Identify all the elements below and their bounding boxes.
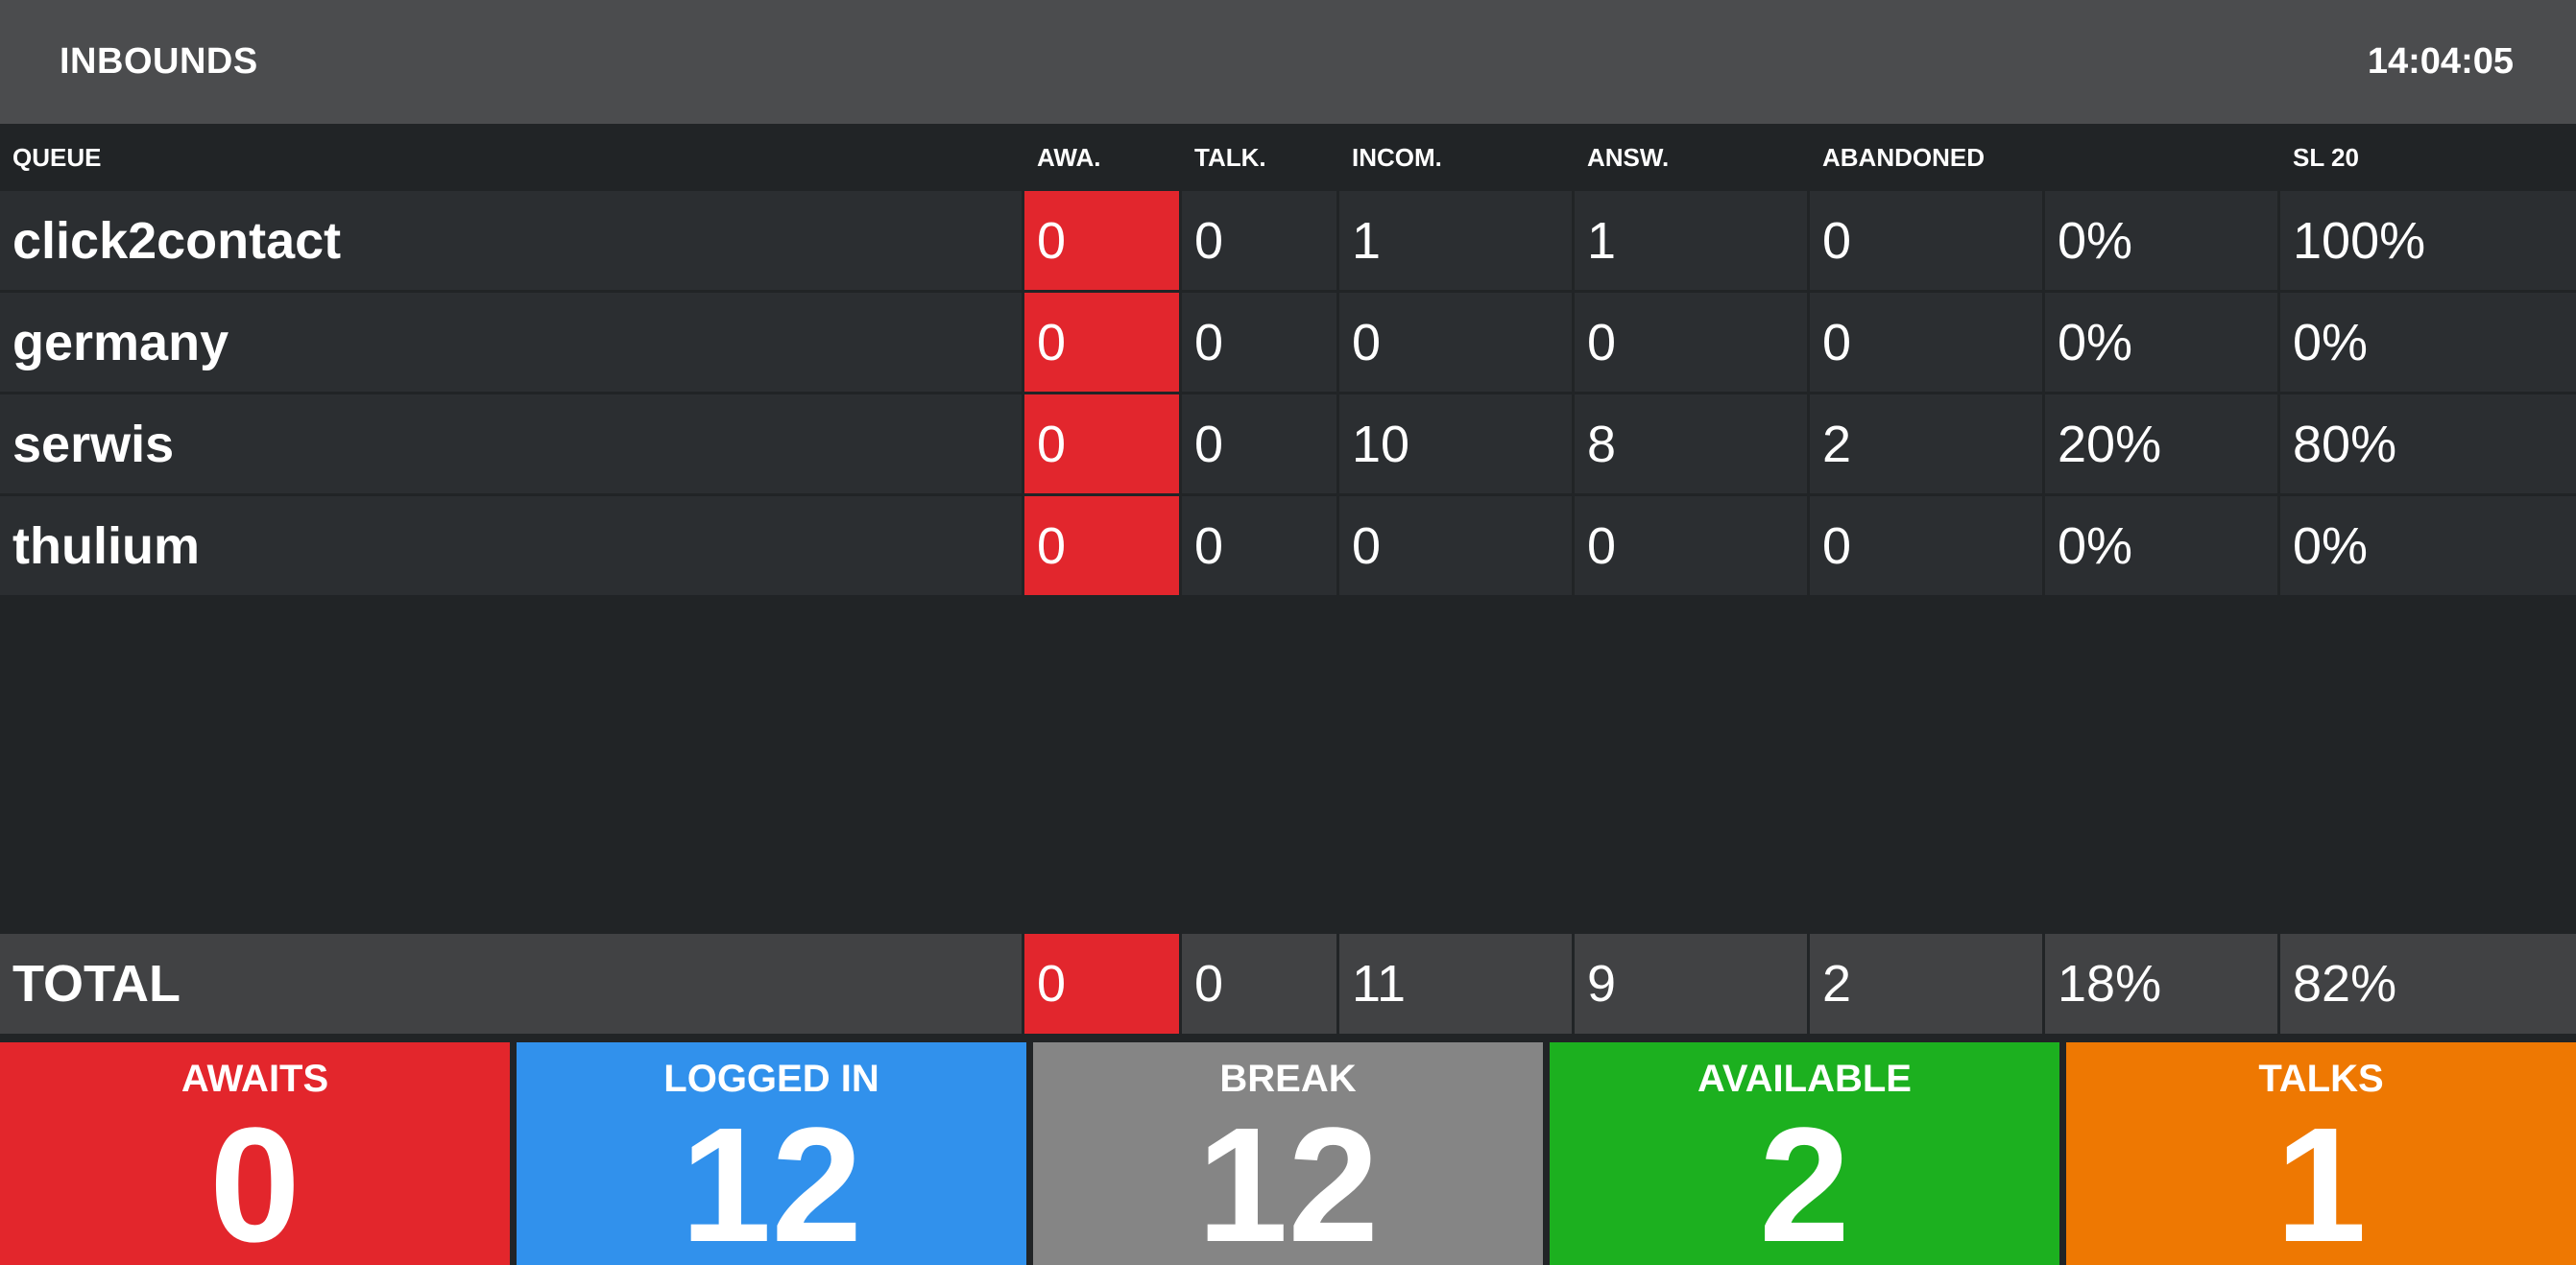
talks-value: 1	[2275, 1094, 2367, 1265]
abandoned-percent: 0%	[2045, 293, 2277, 392]
awaits-value: 0	[209, 1094, 301, 1265]
column-header-sl20: SL 20	[2293, 142, 2359, 172]
awaiting-count: 0	[1024, 293, 1179, 392]
awaiting-count: 0	[1024, 394, 1179, 493]
talks-label: TALKS	[2258, 1058, 2384, 1100]
abandoned-count: 2	[1810, 394, 2042, 493]
incoming-count: 1	[1339, 191, 1572, 290]
answered-count: 0	[1575, 293, 1807, 392]
abandoned-percent: 0%	[2045, 191, 2277, 290]
total-row-wrap: TOTAL 0 0 11 9 2 18% 82%	[0, 934, 2576, 1034]
incoming-count: 10	[1339, 394, 1572, 493]
awaiting-count: 0	[1024, 496, 1179, 595]
logged-in-value: 12	[680, 1094, 863, 1265]
column-header-queue: QUEUE	[12, 142, 102, 172]
table-row: thulium 0 0 0 0 0 0% 0%	[0, 496, 2576, 595]
answered-count: 8	[1575, 394, 1807, 493]
talking-count: 0	[1182, 394, 1336, 493]
total-talking: 0	[1182, 934, 1336, 1034]
column-header-talking: TALK.	[1194, 142, 1266, 172]
queue-name: click2contact	[0, 191, 1022, 290]
available-tile: AVAILABLE 2	[1550, 1042, 2059, 1265]
column-header-incoming: INCOM.	[1352, 142, 1442, 172]
queue-table: QUEUE AWA. TALK. INCOM. ANSW. ABANDONED …	[0, 124, 2576, 598]
available-value: 2	[1759, 1094, 1850, 1265]
logged-in-tile: LOGGED IN 12	[517, 1042, 1026, 1265]
abandoned-percent: 20%	[2045, 394, 2277, 493]
column-header-answered: ANSW.	[1587, 142, 1670, 172]
queue-name: germany	[0, 293, 1022, 392]
available-label: AVAILABLE	[1697, 1058, 1912, 1100]
talking-count: 0	[1182, 496, 1336, 595]
sl20-percent: 100%	[2280, 191, 2576, 290]
total-abandoned: 2	[1810, 934, 2042, 1034]
clock: 14:04:05	[2367, 41, 2514, 82]
total-sl20-percent: 82%	[2280, 934, 2576, 1034]
logged-in-label: LOGGED IN	[663, 1058, 879, 1100]
wallboard: INBOUNDS 14:04:05 QUEUE AWA. TALK. INCOM…	[0, 0, 2576, 1265]
abandoned-percent: 0%	[2045, 496, 2277, 595]
total-abandoned-percent: 18%	[2045, 934, 2277, 1034]
column-header-abandoned-pct	[2045, 124, 2277, 191]
stat-tiles: AWAITS 0 LOGGED IN 12 BREAK 12 AVAILABLE…	[0, 1042, 2576, 1265]
awaiting-count: 0	[1024, 191, 1179, 290]
header-bar: INBOUNDS 14:04:05	[0, 0, 2576, 124]
total-incoming: 11	[1339, 934, 1572, 1034]
queue-name: serwis	[0, 394, 1022, 493]
page-title: INBOUNDS	[60, 41, 258, 82]
break-value: 12	[1196, 1094, 1380, 1265]
break-label: BREAK	[1219, 1058, 1357, 1100]
table-row: germany 0 0 0 0 0 0% 0%	[0, 293, 2576, 392]
talking-count: 0	[1182, 191, 1336, 290]
abandoned-count: 0	[1810, 496, 2042, 595]
table-row: serwis 0 0 10 8 2 20% 80%	[0, 394, 2576, 493]
sl20-percent: 80%	[2280, 394, 2576, 493]
answered-count: 0	[1575, 496, 1807, 595]
incoming-count: 0	[1339, 293, 1572, 392]
total-answered: 9	[1575, 934, 1807, 1034]
sl20-percent: 0%	[2280, 496, 2576, 595]
abandoned-count: 0	[1810, 293, 2042, 392]
talks-tile: TALKS 1	[2066, 1042, 2576, 1265]
queue-name: thulium	[0, 496, 1022, 595]
incoming-count: 0	[1339, 496, 1572, 595]
table-header-row: QUEUE AWA. TALK. INCOM. ANSW. ABANDONED …	[0, 124, 2576, 191]
break-tile: BREAK 12	[1033, 1042, 1543, 1265]
table-row: click2contact 0 0 1 1 0 0% 100%	[0, 191, 2576, 290]
total-label: TOTAL	[0, 934, 1022, 1034]
abandoned-count: 0	[1810, 191, 2042, 290]
talking-count: 0	[1182, 293, 1336, 392]
answered-count: 1	[1575, 191, 1807, 290]
total-awaiting: 0	[1024, 934, 1179, 1034]
awaits-tile: AWAITS 0	[0, 1042, 510, 1265]
awaits-label: AWAITS	[181, 1058, 329, 1100]
sl20-percent: 0%	[2280, 293, 2576, 392]
column-header-awaiting: AWA.	[1037, 142, 1101, 172]
column-header-abandoned: ABANDONED	[1822, 142, 1985, 172]
total-row: TOTAL 0 0 11 9 2 18% 82%	[0, 934, 2576, 1034]
